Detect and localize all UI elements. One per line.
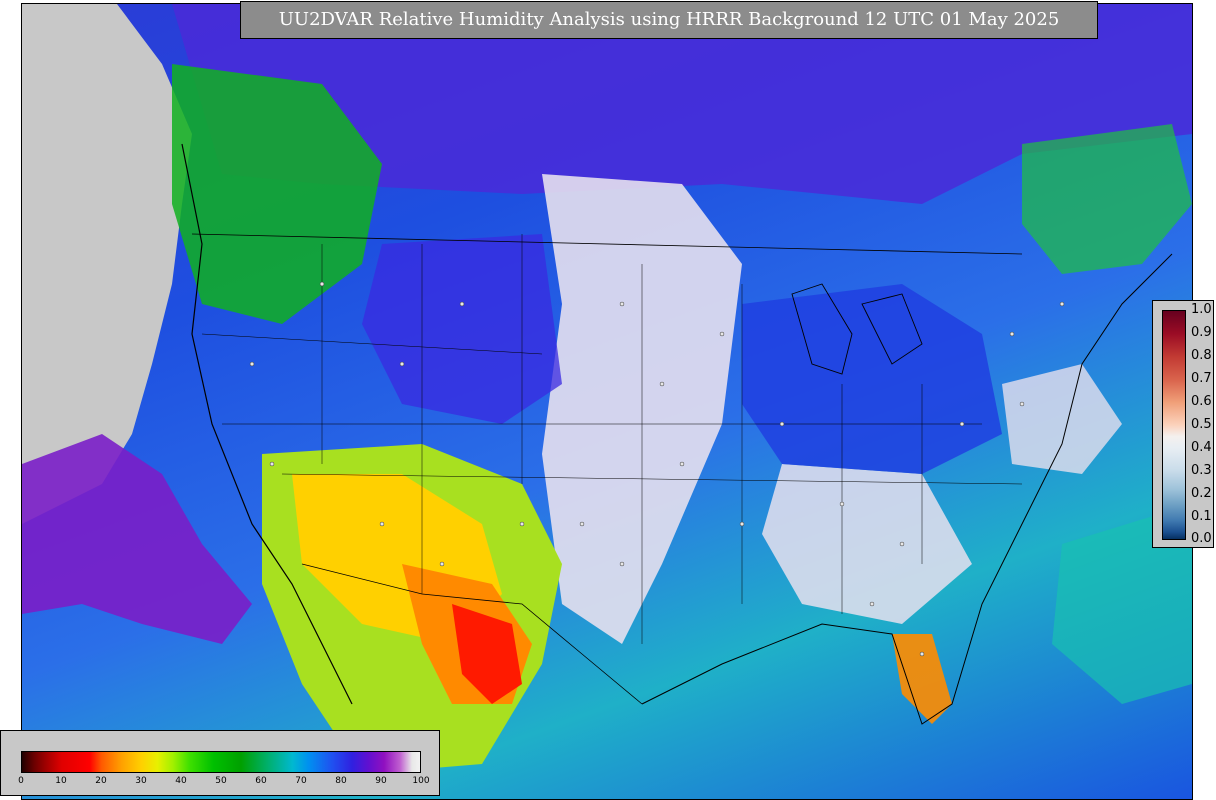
colorbar-tick-label: 0.2	[1191, 486, 1212, 501]
midwest-blue-region	[742, 284, 1002, 474]
colorbar-tick-label: 90	[375, 776, 387, 786]
colorbar-tick-label: 70	[295, 776, 307, 786]
colorbar-tick-label: 80	[335, 776, 347, 786]
colorbar-tick-label: 10	[55, 776, 67, 786]
colorbar-tick-label: 40	[175, 776, 187, 786]
colorbar-tick-label: 30	[135, 776, 147, 786]
offshore-moisture-plume	[22, 434, 252, 644]
colorbar-tick-label: 50	[215, 776, 227, 786]
colorbar-tick-label: 0.8	[1191, 348, 1212, 363]
humidity-map	[21, 3, 1193, 800]
colorbar-tick-label: 60	[255, 776, 267, 786]
colorbar-tick-label: 0.0	[1191, 531, 1212, 546]
colorbar-tick-label: 20	[95, 776, 107, 786]
rh-percent-colorbar: 0 10 20 30 40 50 60 70 80 90 100	[0, 730, 440, 796]
colorbar-tick-label: 0.7	[1191, 371, 1212, 386]
humidity-map-canvas	[22, 4, 1192, 774]
colorbar-tick-label: 100	[412, 776, 430, 786]
southeast-moist-swath	[762, 464, 972, 624]
colorbar-tick-label: 0.6	[1191, 394, 1212, 409]
colorbar-tick-label: 0.4	[1191, 440, 1212, 455]
colorbar-tick-label: 1.0	[1191, 302, 1212, 317]
rh-ratio-colorbar: 1.0 0.9 0.8 0.7 0.6 0.5 0.4 0.3 0.2 0.1 …	[1152, 300, 1214, 548]
map-title: UU2DVAR Relative Humidity Analysis using…	[240, 1, 1098, 39]
rh-ratio-color-ramp	[1162, 310, 1186, 540]
colorbar-tick-label: 0.9	[1191, 325, 1212, 340]
colorbar-tick-label: 0.5	[1191, 417, 1212, 432]
northeast-canada-green	[1022, 124, 1192, 274]
rockies-blue-region	[362, 234, 562, 424]
colorbar-tick-label: 0	[18, 776, 24, 786]
colorbar-tick-label: 0.3	[1191, 463, 1212, 478]
colorbar-tick-label: 0.1	[1191, 509, 1212, 524]
rh-percent-color-ramp	[21, 751, 421, 773]
mid-atlantic-moist-swath	[1002, 364, 1122, 474]
